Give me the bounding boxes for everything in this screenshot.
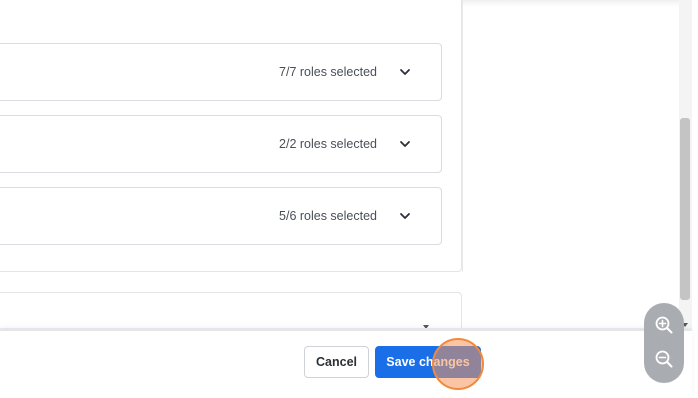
role-group-row[interactable]: 7/7 roles selected: [0, 43, 442, 101]
settings-viewport: 7/7 roles selected 2/2 roles selected 5/…: [0, 0, 698, 398]
zoom-out-button[interactable]: [648, 343, 680, 375]
cancel-button[interactable]: Cancel: [304, 346, 369, 378]
roles-selected-count: 2/2 roles selected: [279, 137, 377, 151]
role-group-row[interactable]: 5/6 roles selected: [0, 187, 442, 245]
column-divider: [462, 0, 463, 272]
roles-selected-count: 5/6 roles selected: [279, 209, 377, 223]
zoom-in-button[interactable]: [648, 309, 680, 341]
save-changes-button[interactable]: Save changes: [375, 346, 481, 378]
scrollbar-thumb[interactable]: [680, 118, 690, 300]
chevron-down-icon[interactable]: [399, 67, 411, 77]
chevron-down-icon[interactable]: [399, 139, 411, 149]
roles-selected-count: 7/7 roles selected: [279, 65, 377, 79]
chevron-down-icon[interactable]: [399, 211, 411, 221]
zoom-in-icon: [655, 316, 673, 334]
role-group-row[interactable]: 2/2 roles selected: [0, 115, 442, 173]
zoom-out-icon: [655, 350, 673, 368]
